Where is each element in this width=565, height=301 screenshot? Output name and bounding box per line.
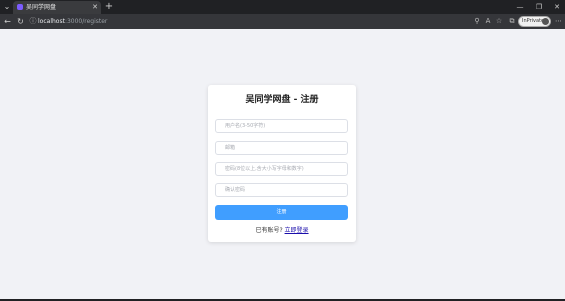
chevron-down-icon[interactable]: ⌄ <box>2 2 12 12</box>
page-viewport: 吴同学网盘 - 注册 注册 已有账号? 立即登录 <box>0 29 565 299</box>
key-icon[interactable]: ⚲ <box>472 16 482 27</box>
title-bar: ⌄ 吴同学网盘 ✕ + — ❐ ✕ <box>0 0 565 14</box>
browser-window: ⌄ 吴同学网盘 ✕ + — ❐ ✕ ← ↻ ⓘ localhost:3000/r… <box>0 0 565 301</box>
plus-icon[interactable]: + <box>104 1 114 13</box>
read-aloud-icon[interactable]: A <box>483 16 493 27</box>
login-row: 已有账号? 立即登录 <box>208 226 356 235</box>
password-field[interactable] <box>215 162 348 176</box>
back-arrow-icon[interactable]: ← <box>2 16 13 27</box>
tab-title: 吴同学网盘 <box>26 4 57 11</box>
address-bar[interactable]: localhost:3000/register <box>38 16 107 27</box>
extensions-icon[interactable]: ⧉ <box>507 16 517 27</box>
username-input[interactable] <box>215 119 348 133</box>
url-host: localhost <box>38 18 65 25</box>
info-icon[interactable]: ⓘ <box>29 16 37 27</box>
register-button[interactable]: 注册 <box>215 205 348 220</box>
star-icon[interactable]: ☆ <box>494 16 504 27</box>
close-window-icon[interactable]: ✕ <box>548 1 565 13</box>
avatar <box>542 18 549 25</box>
maximize-icon[interactable]: ❐ <box>530 1 548 13</box>
browser-tab[interactable]: 吴同学网盘 ✕ <box>13 1 101 14</box>
app-favicon-icon <box>17 4 23 10</box>
more-icon[interactable]: ⋯ <box>554 16 563 27</box>
register-card: 吴同学网盘 - 注册 注册 已有账号? 立即登录 <box>208 85 356 242</box>
confirm-password-field[interactable] <box>215 183 348 197</box>
close-icon[interactable]: ✕ <box>92 2 98 13</box>
address-toolbar: ← ↻ ⓘ localhost:3000/register ⚲ A ☆ ⧉ In… <box>0 14 565 29</box>
minimize-icon[interactable]: — <box>511 1 529 13</box>
reload-icon[interactable]: ↻ <box>15 16 26 27</box>
inprivate-badge[interactable]: InPrivate <box>518 16 551 27</box>
email-field[interactable] <box>215 141 348 155</box>
login-link[interactable]: 立即登录 <box>285 227 309 234</box>
url-path: :3000/register <box>64 18 108 25</box>
inprivate-label: InPrivate <box>522 18 545 24</box>
login-prompt: 已有账号? <box>255 227 283 234</box>
page-title: 吴同学网盘 - 注册 <box>245 95 319 105</box>
